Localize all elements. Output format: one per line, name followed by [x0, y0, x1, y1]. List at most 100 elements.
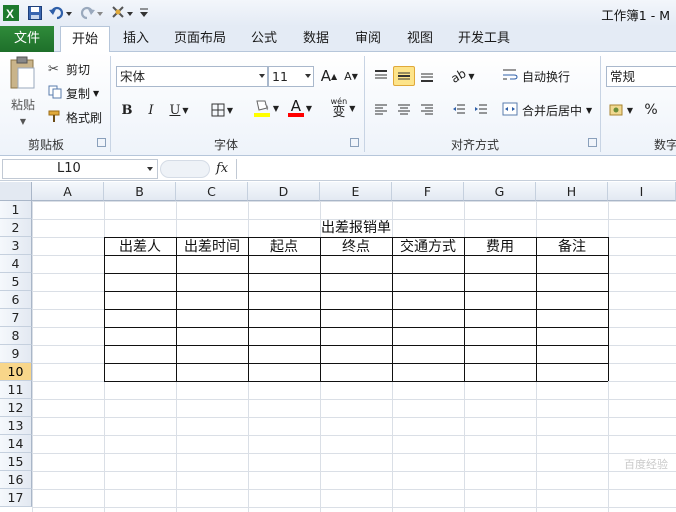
row-header-17[interactable]: 17	[0, 489, 32, 507]
column-header-h[interactable]: H	[536, 182, 608, 201]
column-header-c[interactable]: C	[176, 182, 248, 201]
copy-button[interactable]: 复制 ▼	[48, 84, 99, 102]
formula-bar: L10 fx	[0, 157, 676, 181]
name-box-dropdown-icon	[147, 167, 153, 171]
excel-logo-icon: X	[2, 3, 20, 23]
group-divider	[364, 56, 365, 152]
column-header-g[interactable]: G	[464, 182, 536, 201]
formula-input[interactable]	[236, 159, 676, 179]
column-header-i[interactable]: I	[608, 182, 676, 201]
tab-review[interactable]: 审阅	[348, 26, 388, 52]
orientation-dropdown-icon: ▼	[468, 71, 475, 81]
row-header-12[interactable]: 12	[0, 399, 32, 417]
paste-dropdown-icon: ▼	[19, 117, 27, 126]
table-header-cell[interactable]: 交通方式	[392, 236, 464, 256]
tab-file[interactable]: 文件	[0, 26, 54, 52]
wrap-text-button[interactable]: 自动换行	[502, 66, 570, 86]
row-header-5[interactable]: 5	[0, 273, 32, 291]
font-launcher-icon[interactable]	[350, 138, 359, 147]
select-all-button[interactable]	[0, 182, 32, 201]
column-header-a[interactable]: A	[32, 182, 104, 201]
group-divider	[600, 56, 601, 152]
font-color-button[interactable]: A ▼	[284, 98, 316, 118]
row-header-3[interactable]: 3	[0, 237, 32, 255]
table-header-cell[interactable]: 出差时间	[176, 236, 248, 256]
align-right-button[interactable]	[416, 100, 438, 120]
row-header-8[interactable]: 8	[0, 327, 32, 345]
font-size-select[interactable]: 11	[268, 66, 314, 87]
row-header-15[interactable]: 15	[0, 453, 32, 471]
column-header-d[interactable]: D	[248, 182, 320, 201]
save-icon[interactable]	[26, 3, 44, 23]
tab-formulas[interactable]: 公式	[244, 26, 284, 52]
italic-button[interactable]: I	[140, 100, 162, 120]
format-painter-icon[interactable]	[110, 3, 136, 23]
row-header-9[interactable]: 9	[0, 345, 32, 363]
format-painter-button[interactable]: 格式刷	[48, 108, 102, 126]
tab-home[interactable]: 开始	[60, 26, 110, 53]
row-header-2[interactable]: 2	[0, 219, 32, 237]
table-header-cell[interactable]: 备注	[536, 236, 608, 256]
number-group-label: 数字	[653, 138, 676, 152]
formula-bar-splitter[interactable]	[160, 160, 210, 178]
merge-dropdown-icon: ▼	[586, 105, 593, 115]
align-center-button[interactable]	[393, 100, 415, 120]
column-header-e[interactable]: E	[320, 182, 392, 201]
paste-label: 粘贴	[10, 98, 35, 112]
table-header-cell[interactable]: 终点	[320, 236, 392, 256]
alignment-launcher-icon[interactable]	[588, 138, 597, 147]
align-middle-button[interactable]	[393, 66, 415, 86]
accounting-format-button[interactable]: ▼	[606, 100, 636, 120]
borders-button[interactable]: ▼	[206, 100, 238, 120]
bold-button[interactable]: B	[116, 100, 138, 120]
name-box[interactable]: L10	[2, 159, 158, 179]
paste-button[interactable]: 粘贴 ▼	[6, 56, 40, 134]
number-format-select[interactable]: 常规	[606, 66, 676, 87]
insert-function-button[interactable]: fx	[216, 161, 228, 176]
clipboard-launcher-icon[interactable]	[97, 138, 106, 147]
table-header-cell[interactable]: 费用	[464, 236, 536, 256]
align-top-button[interactable]	[370, 66, 392, 86]
row-header-4[interactable]: 4	[0, 255, 32, 273]
row-header-14[interactable]: 14	[0, 435, 32, 453]
redo-icon[interactable]	[78, 3, 104, 23]
row-header-7[interactable]: 7	[0, 309, 32, 327]
column-header-f[interactable]: F	[392, 182, 464, 201]
align-top-icon	[375, 70, 387, 79]
percent-style-button[interactable]: %	[640, 100, 662, 120]
row-header-11[interactable]: 11	[0, 381, 32, 399]
align-left-button[interactable]	[370, 100, 392, 120]
underline-button[interactable]: U ▼	[164, 100, 194, 120]
tab-data[interactable]: 数据	[296, 26, 336, 52]
tab-page-layout[interactable]: 页面布局	[168, 26, 232, 52]
grow-font-button[interactable]: A ▲	[318, 66, 340, 86]
increase-indent-button[interactable]	[470, 100, 492, 120]
decrease-indent-icon	[453, 104, 465, 114]
tab-view[interactable]: 视图	[400, 26, 440, 52]
shrink-font-button[interactable]: A ▼	[340, 66, 362, 86]
customize-quick-access-icon[interactable]	[138, 3, 150, 23]
align-middle-icon	[398, 72, 410, 80]
cut-button[interactable]: ✂ 剪切	[48, 60, 90, 78]
table-header-cell[interactable]: 出差人	[104, 236, 176, 256]
column-header-b[interactable]: B	[104, 182, 176, 201]
fill-color-button[interactable]: ▼	[250, 98, 282, 118]
row-header-6[interactable]: 6	[0, 291, 32, 309]
phonetic-guide-button[interactable]: wén 变 ▼	[326, 97, 360, 119]
tab-insert[interactable]: 插入	[116, 26, 156, 52]
font-name-select[interactable]: 宋体	[116, 66, 268, 87]
table-header-cell[interactable]: 起点	[248, 236, 320, 256]
row-header-10[interactable]: 10	[0, 363, 32, 381]
undo-icon[interactable]	[48, 3, 74, 23]
row-header-13[interactable]: 13	[0, 417, 32, 435]
currency-icon	[609, 104, 623, 116]
orientation-icon: ab	[448, 66, 469, 86]
sheet-title: 出差报销单	[321, 220, 391, 236]
row-header-16[interactable]: 16	[0, 471, 32, 489]
orientation-button[interactable]: ab ▼	[448, 66, 478, 86]
merge-center-button[interactable]: 合并后居中 ▼	[502, 100, 592, 120]
align-bottom-button[interactable]	[416, 66, 438, 86]
tab-developer[interactable]: 开发工具	[452, 26, 516, 52]
row-header-1[interactable]: 1	[0, 201, 32, 219]
decrease-indent-button[interactable]	[448, 100, 470, 120]
